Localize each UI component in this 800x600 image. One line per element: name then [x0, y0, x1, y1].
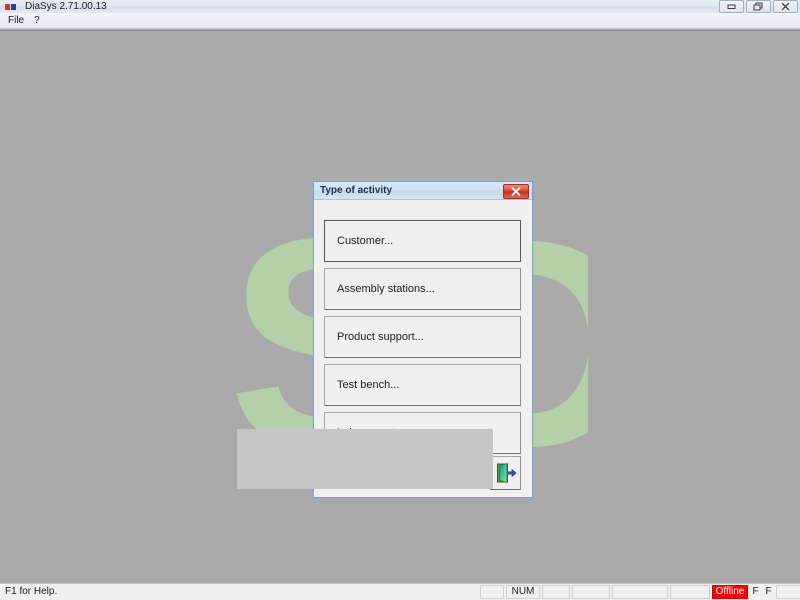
minimize-button[interactable]	[719, 0, 744, 13]
status-bar: F1 for Help. NUM Offline F F	[0, 583, 800, 600]
menu-bar: File ?	[0, 13, 800, 29]
window-title-bar: DiaSys 2.71.00.13	[0, 0, 800, 14]
status-pane-f1: F	[752, 586, 759, 597]
exit-button[interactable]	[490, 456, 521, 490]
window-controls	[719, 0, 798, 13]
app-icon	[5, 2, 17, 11]
dialog-close-button[interactable]	[503, 184, 529, 199]
close-icon	[511, 187, 521, 196]
status-panes: NUM Offline F F	[480, 585, 800, 599]
activity-button-product-support[interactable]: Product support...	[324, 316, 521, 358]
status-pane-6	[670, 585, 710, 599]
close-button[interactable]	[773, 0, 798, 13]
activity-button-test-bench[interactable]: Test bench...	[324, 364, 521, 406]
status-pane-3	[542, 585, 570, 599]
status-pane-1	[480, 585, 504, 599]
activity-button-customer[interactable]: Customer...	[324, 220, 521, 262]
menu-item-help[interactable]: ?	[31, 14, 47, 28]
activity-button-assembly-stations[interactable]: Assembly stations...	[324, 268, 521, 310]
exit-door-icon	[496, 462, 516, 484]
window-title: DiaSys 2.71.00.13	[25, 1, 107, 12]
redaction-block	[237, 429, 493, 489]
close-icon	[781, 2, 790, 11]
dialog-title-bar: Type of activity	[314, 182, 532, 200]
application-window: DiaSys 2.71.00.13 File ? Type of activit…	[0, 0, 800, 600]
status-help-text: F1 for Help.	[5, 586, 58, 597]
status-pane-10	[776, 585, 800, 599]
minimize-icon	[727, 4, 736, 9]
status-pane-5	[612, 585, 668, 599]
status-pane-f2: F	[765, 586, 772, 597]
menu-item-file[interactable]: File	[5, 14, 31, 28]
client-area: SD Type of activity Customer... Assembly…	[0, 30, 800, 584]
status-pane-offline: Offline	[712, 585, 748, 599]
restore-button[interactable]	[746, 0, 771, 13]
status-pane-num: NUM	[506, 585, 540, 599]
status-pane-4	[572, 585, 610, 599]
dialog-title: Type of activity	[320, 185, 393, 196]
restore-icon	[753, 2, 763, 11]
